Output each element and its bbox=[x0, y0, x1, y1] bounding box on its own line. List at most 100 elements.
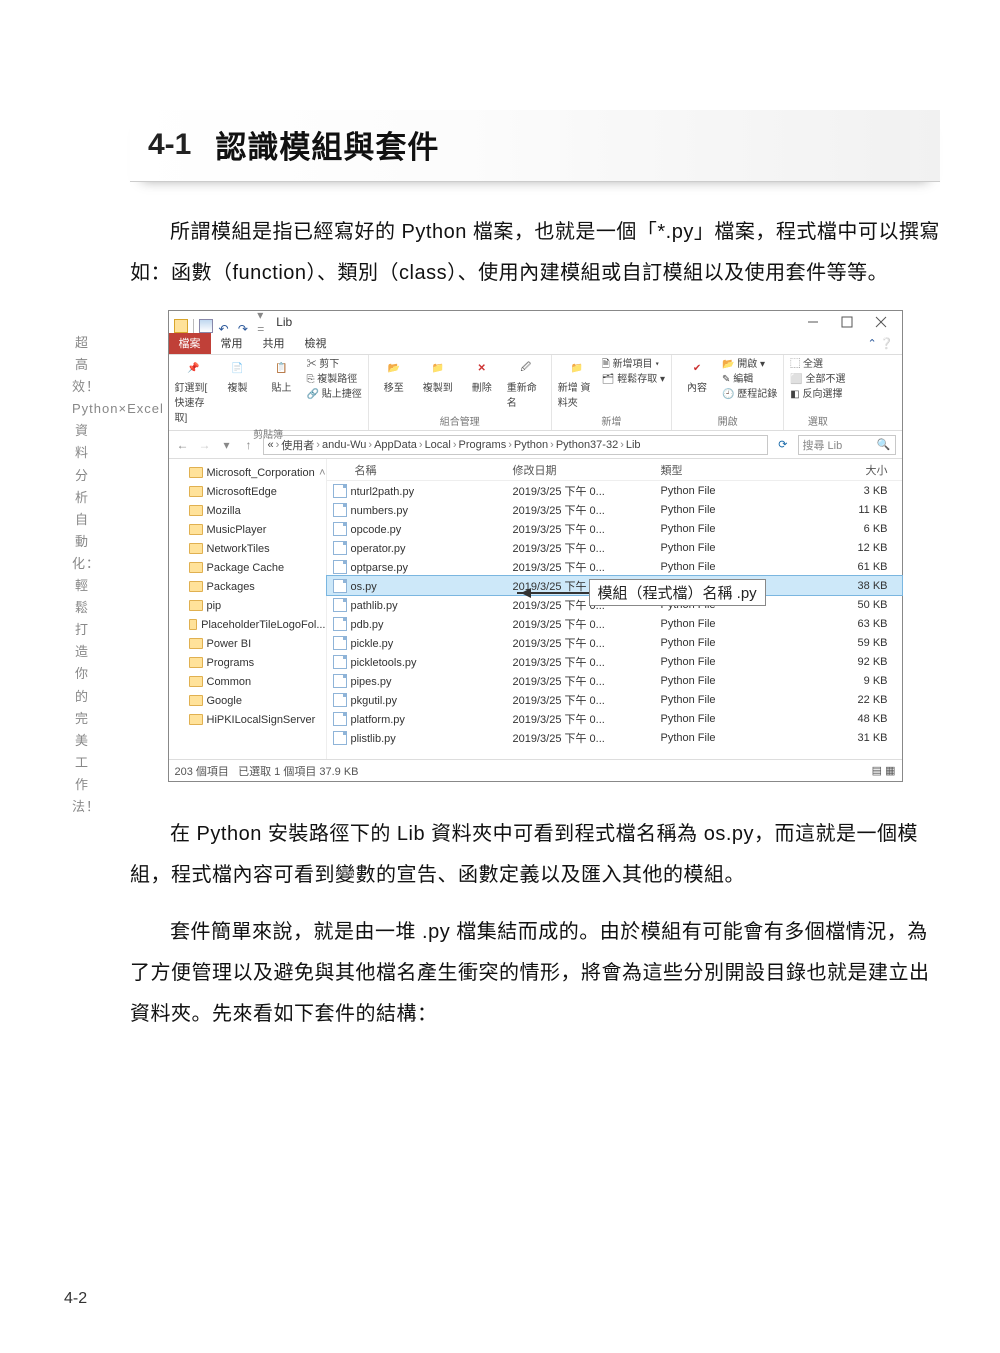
annotation-label: 模組（程式檔）名稱 .py bbox=[589, 579, 766, 606]
tree-folder[interactable]: NetworkTiles bbox=[189, 539, 326, 558]
tree-folder[interactable]: Mozilla bbox=[189, 501, 326, 520]
breadcrumb-segment[interactable]: 使用者 bbox=[281, 437, 314, 453]
tree-folder[interactable]: Packages bbox=[189, 577, 326, 596]
newitem-button[interactable]: 🗎 新增項目 ▾ bbox=[602, 357, 665, 372]
tree-folder[interactable]: HiPKILocalSignServer bbox=[189, 710, 326, 729]
selectall-button[interactable]: ⬚ 全選 bbox=[790, 357, 845, 372]
copyto-button[interactable]: 📁複製到 bbox=[419, 357, 457, 396]
cut-button[interactable]: ✂ 剪下 bbox=[307, 357, 362, 372]
copy-path-button[interactable]: ⎘ 複製路徑 bbox=[307, 372, 362, 387]
side-vertical-label: 超高效！Python×Excel 資料分析自動化：輕鬆打造你的完美工作法！ bbox=[72, 332, 92, 818]
file-row[interactable]: pipes.py2019/3/25 下午 0...Python File9 KB bbox=[327, 671, 902, 690]
content-button[interactable]: ✔內容 bbox=[678, 357, 716, 396]
col-date[interactable]: 修改日期 bbox=[507, 462, 655, 478]
file-row[interactable]: plistlib.py2019/3/25 下午 0...Python File3… bbox=[327, 728, 902, 747]
breadcrumb-segment[interactable]: Lib bbox=[626, 439, 641, 451]
folder-icon bbox=[189, 638, 203, 649]
maximize-button[interactable] bbox=[830, 311, 864, 333]
python-file-icon bbox=[333, 560, 347, 574]
easyaccess-button[interactable]: 🗂 輕鬆存取 ▾ bbox=[602, 372, 665, 387]
pin-icon: 📌 bbox=[183, 357, 205, 379]
copy-button[interactable]: 📄複製 bbox=[219, 357, 257, 396]
rename-button[interactable]: 🖉重新命名 bbox=[507, 357, 545, 411]
col-type[interactable]: 類型 bbox=[655, 462, 755, 478]
moveto-button[interactable]: 📂移至 bbox=[375, 357, 413, 396]
file-row[interactable]: operator.py2019/3/25 下午 0...Python File1… bbox=[327, 538, 902, 557]
python-file-icon bbox=[333, 731, 347, 745]
open-button[interactable]: 📂 開啟 ▾ bbox=[722, 357, 777, 372]
file-row[interactable]: nturl2path.py2019/3/25 下午 0...Python Fil… bbox=[327, 481, 902, 500]
python-file-icon bbox=[333, 579, 347, 593]
tree-folder[interactable]: Microsoft_Corporation˄ bbox=[189, 463, 326, 482]
breadcrumb-segment[interactable]: Local bbox=[425, 439, 451, 451]
search-input[interactable]: 搜尋 Lib🔍 bbox=[798, 435, 896, 455]
page: 超高效！Python×Excel 資料分析自動化：輕鬆打造你的完美工作法！ 4-… bbox=[0, 0, 1000, 1353]
refresh-dropdown[interactable]: ⟳ bbox=[774, 438, 791, 451]
content-area: Microsoft_Corporation˄MicrosoftEdgeMozil… bbox=[169, 459, 902, 759]
edit-button[interactable]: ✎ 編輯 bbox=[722, 372, 777, 387]
paste-shortcut-button[interactable]: 🔗 貼上捷徑 bbox=[307, 387, 362, 402]
back-button[interactable]: ← bbox=[175, 438, 191, 452]
minimize-button[interactable] bbox=[796, 311, 830, 333]
python-file-icon bbox=[333, 522, 347, 536]
tree-folder[interactable]: pip bbox=[189, 596, 326, 615]
tree-folder[interactable]: Power BI bbox=[189, 634, 326, 653]
folder-icon bbox=[189, 676, 203, 687]
file-row[interactable]: pkgutil.py2019/3/25 下午 0...Python File22… bbox=[327, 690, 902, 709]
folder-label: Common bbox=[207, 676, 252, 688]
folder-icon bbox=[189, 486, 203, 497]
selectnone-button[interactable]: ⬜ 全部不選 bbox=[790, 372, 845, 387]
address-bar-row: ← → ▾ ↑ «›使用者›andu-Wu›AppData›Local›Prog… bbox=[169, 431, 902, 459]
paste-button[interactable]: 📋貼上 bbox=[263, 357, 301, 396]
copyto-icon: 📁 bbox=[427, 357, 449, 379]
tree-folder[interactable]: Common bbox=[189, 672, 326, 691]
file-row[interactable]: pickle.py2019/3/25 下午 0...Python File59 … bbox=[327, 633, 902, 652]
titlebar: ↶ ↷ ▾ = Lib bbox=[169, 311, 902, 333]
delete-button[interactable]: ✕刪除 bbox=[463, 357, 501, 396]
up-button[interactable]: ↑ bbox=[241, 438, 257, 452]
ribbon-help-icon[interactable]: ⌃ ❔ bbox=[868, 337, 902, 350]
breadcrumb-segment[interactable]: Programs bbox=[459, 439, 507, 451]
file-list[interactable]: 名稱 修改日期 類型 大小 nturl2path.py2019/3/25 下午 … bbox=[327, 459, 902, 759]
breadcrumb-segment[interactable]: Python37-32 bbox=[556, 439, 618, 451]
tab-share[interactable]: 共用 bbox=[253, 333, 295, 354]
tree-folder[interactable]: Package Cache bbox=[189, 558, 326, 577]
tab-file[interactable]: 檔案 bbox=[169, 333, 211, 354]
folder-icon bbox=[189, 467, 203, 478]
file-row[interactable]: platform.py2019/3/25 下午 0...Python File4… bbox=[327, 709, 902, 728]
paragraph-1: 所謂模組是指已經寫好的 Python 檔案，也就是一個「*.py」檔案，程式檔中… bbox=[130, 212, 940, 294]
breadcrumb-segment[interactable]: AppData bbox=[374, 439, 417, 451]
view-toggle[interactable]: ▤ ▦ bbox=[872, 764, 896, 777]
invert-button[interactable]: ◧ 反向選擇 bbox=[790, 387, 845, 402]
tree-folder[interactable]: PlaceholderTileLogoFol... bbox=[189, 615, 326, 634]
tree-folder[interactable]: Programs bbox=[189, 653, 326, 672]
breadcrumb-segment[interactable]: andu-Wu bbox=[322, 439, 366, 451]
history-button[interactable]: 🕘 歷程記錄 bbox=[722, 387, 777, 402]
breadcrumb-segment[interactable]: « bbox=[268, 439, 274, 451]
moveto-icon: 📂 bbox=[383, 357, 405, 379]
folder-icon bbox=[189, 619, 198, 630]
close-button[interactable] bbox=[864, 311, 898, 333]
tree-folder[interactable]: MicrosoftEdge bbox=[189, 482, 326, 501]
col-size[interactable]: 大小 bbox=[755, 462, 902, 478]
pin-button[interactable]: 📌釘選到[ 快速存取] bbox=[175, 357, 213, 426]
newfolder-button[interactable]: 📁新增 資料夾 bbox=[558, 357, 596, 411]
file-row[interactable]: pdb.py2019/3/25 下午 0...Python File63 KB bbox=[327, 614, 902, 633]
folder-label: Programs bbox=[207, 657, 255, 669]
tree-folder[interactable]: Google bbox=[189, 691, 326, 710]
file-row[interactable]: pickletools.py2019/3/25 下午 0...Python Fi… bbox=[327, 652, 902, 671]
breadcrumb-segment[interactable]: Python bbox=[514, 439, 548, 451]
file-row[interactable]: opcode.py2019/3/25 下午 0...Python File6 K… bbox=[327, 519, 902, 538]
tree-folder[interactable]: MusicPlayer bbox=[189, 520, 326, 539]
breadcrumb[interactable]: «›使用者›andu-Wu›AppData›Local›Programs›Pyt… bbox=[263, 435, 769, 455]
clip-small: ✂ 剪下 ⎘ 複製路徑 🔗 貼上捷徑 bbox=[307, 357, 362, 402]
file-row[interactable]: numbers.py2019/3/25 下午 0...Python File11… bbox=[327, 500, 902, 519]
recent-button[interactable]: ▾ bbox=[219, 438, 235, 452]
forward-button[interactable]: → bbox=[197, 438, 213, 452]
folder-tree[interactable]: Microsoft_Corporation˄MicrosoftEdgeMozil… bbox=[169, 459, 327, 759]
tab-view[interactable]: 檢視 bbox=[295, 333, 337, 354]
file-row[interactable]: optparse.py2019/3/25 下午 0...Python File6… bbox=[327, 557, 902, 576]
col-name[interactable]: 名稱 bbox=[327, 462, 507, 478]
column-headers[interactable]: 名稱 修改日期 類型 大小 bbox=[327, 459, 902, 481]
tab-home[interactable]: 常用 bbox=[211, 333, 253, 354]
